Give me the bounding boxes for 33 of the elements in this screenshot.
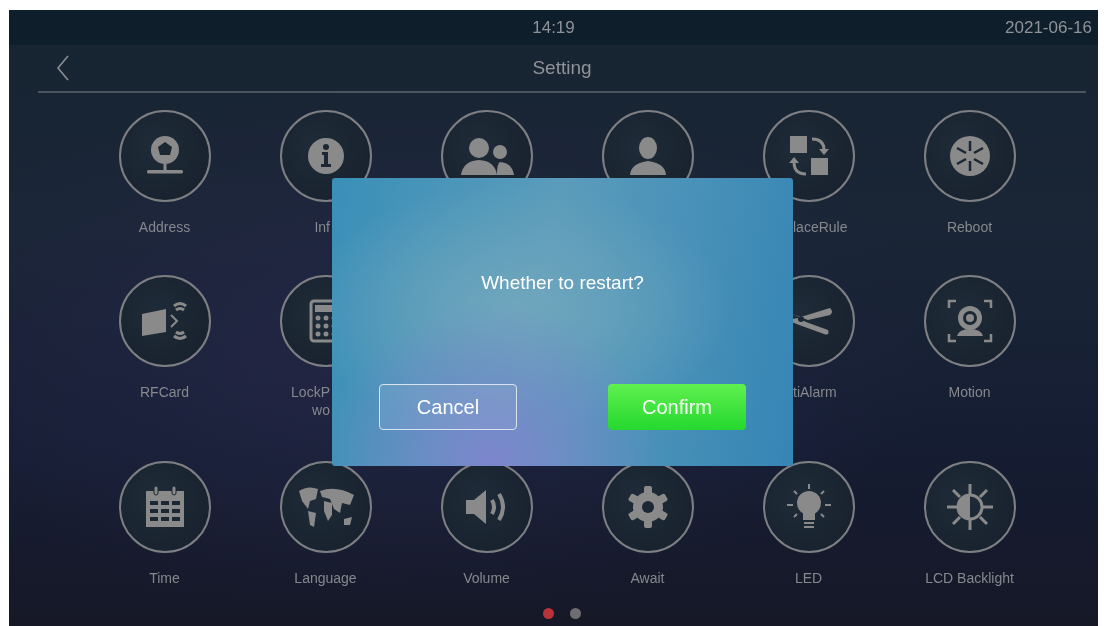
setting-label: Time [149, 570, 180, 586]
setting-label: Await [630, 570, 665, 586]
setting-label: LockP wo [291, 384, 330, 418]
reboot-icon [948, 135, 991, 177]
confirm-button[interactable]: Confirm [608, 384, 746, 430]
dialog-message: Whether to restart? [481, 272, 644, 294]
setting-label: Inf [314, 219, 330, 235]
gear-icon [625, 485, 670, 529]
setting-label: laceRule [793, 219, 848, 235]
setting-label: Reboot [946, 219, 993, 235]
users-icon [458, 137, 515, 175]
setting-label: LED [794, 570, 823, 586]
page-dot[interactable] [543, 608, 554, 619]
page-dot[interactable] [570, 608, 581, 619]
calendar-icon [143, 485, 186, 529]
swap-icon [787, 134, 830, 178]
setting-label: tiAlarm [793, 384, 837, 400]
setting-label: Address [138, 219, 191, 235]
date-text: 2021-06-16 [1005, 18, 1092, 38]
back-button[interactable] [56, 55, 70, 81]
info-icon [306, 137, 345, 175]
setting-label: Motion [948, 384, 991, 400]
setting-label: LCD Backlight [925, 570, 1014, 586]
setting-label: RFCard [140, 384, 189, 400]
setting-label: Language [294, 570, 357, 586]
brightness-icon [945, 483, 994, 531]
page-title: Setting [532, 57, 592, 79]
bulb-icon [785, 483, 832, 531]
user-icon [627, 136, 668, 176]
cancel-button[interactable]: Cancel [379, 384, 517, 430]
setting-label: Volume [463, 570, 510, 586]
webcam-icon [946, 298, 993, 344]
clock-time: 14:19 [532, 17, 575, 38]
